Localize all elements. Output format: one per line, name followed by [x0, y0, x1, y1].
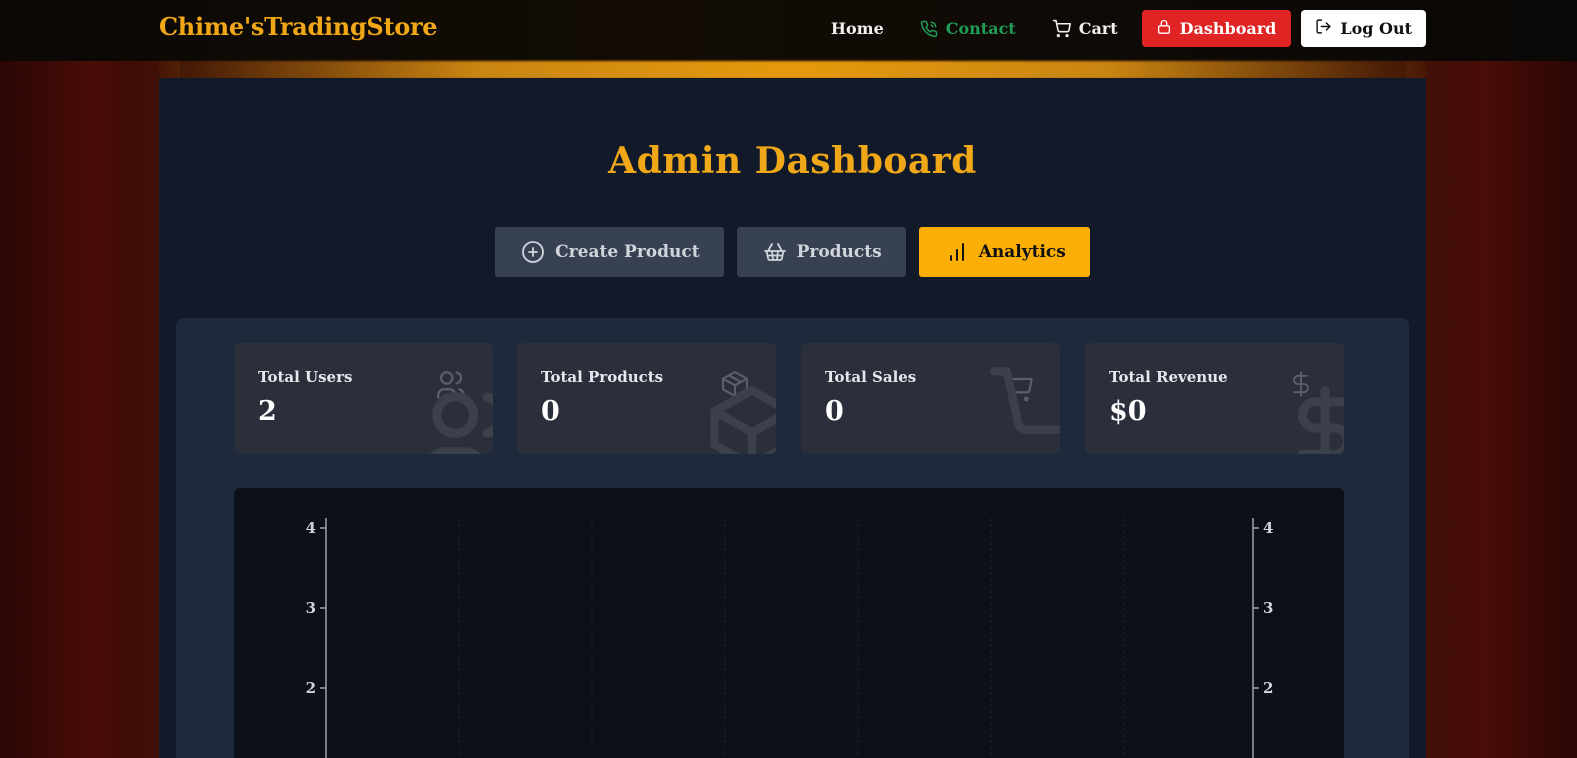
nav-cart-link[interactable]: Cart	[1052, 19, 1118, 38]
dashboard-button[interactable]: Dashboard	[1141, 10, 1292, 47]
dollar-icon-watermark	[1280, 373, 1344, 454]
tab-analytics[interactable]: Analytics	[918, 227, 1090, 277]
nav-contact-link[interactable]: Contact	[920, 19, 1016, 38]
chart-left-tick-label: 2	[306, 679, 316, 697]
tab-create-product-label: Create Product	[555, 242, 700, 262]
tab-create-product[interactable]: Create Product	[495, 227, 724, 277]
chart-left-tick-label: 3	[306, 599, 316, 617]
nav-home-link[interactable]: Home	[831, 19, 884, 38]
chart-svg: 4 3 2 4 3 2	[306, 518, 1273, 758]
stat-value: 0	[825, 396, 844, 427]
navbar: Chime'sTradingStore Home Contact Cart Da…	[0, 0, 1577, 61]
analytics-chart: 4 3 2 4 3 2	[234, 488, 1344, 758]
logout-button[interactable]: Log Out	[1301, 10, 1426, 47]
cart-icon	[1052, 19, 1071, 38]
logout-icon	[1315, 18, 1332, 39]
nav-cart-label: Cart	[1078, 19, 1118, 38]
dashboard-label: Dashboard	[1179, 19, 1277, 38]
stat-label: Total Users	[258, 368, 353, 386]
lock-icon	[1156, 18, 1172, 39]
bar-chart-icon	[945, 240, 969, 264]
nav-links: Home Contact Cart Dashboard Log Out	[795, 10, 1426, 47]
chart-right-tick-label: 2	[1263, 679, 1273, 697]
stat-card-products: Total Products 0	[517, 343, 776, 454]
users-icon-watermark	[414, 383, 493, 454]
analytics-panel: Total Users 2 Total Products 0 Total Sal…	[176, 318, 1409, 758]
stat-label: Total Revenue	[1109, 368, 1228, 386]
page-title: Admin Dashboard	[608, 140, 977, 182]
tab-products[interactable]: Products	[736, 227, 906, 277]
plus-circle-icon	[521, 240, 545, 264]
tab-analytics-label: Analytics	[978, 242, 1066, 262]
stat-card-revenue: Total Revenue $0	[1085, 343, 1344, 454]
cart-icon-watermark	[986, 363, 1060, 454]
stat-card-sales: Total Sales 0	[801, 343, 1060, 454]
stat-label: Total Sales	[825, 368, 917, 386]
logout-label: Log Out	[1340, 19, 1412, 38]
basket-icon	[763, 240, 787, 264]
brand-logo[interactable]: Chime'sTradingStore	[159, 12, 438, 41]
stat-value: 2	[258, 396, 277, 427]
main-panel: Admin Dashboard Create Product Products	[159, 78, 1426, 758]
stat-value: $0	[1109, 396, 1147, 427]
nav-home-label: Home	[830, 19, 884, 38]
phone-icon	[920, 20, 938, 38]
package-icon-watermark	[702, 378, 776, 454]
stat-value: 0	[541, 396, 560, 427]
chart-left-tick-label: 4	[306, 519, 316, 537]
dashboard-tabs: Create Product Products Analytics	[159, 227, 1426, 277]
stat-label: Total Products	[541, 368, 664, 386]
header-glow	[159, 61, 1426, 79]
tab-products-label: Products	[796, 242, 882, 262]
chart-right-tick-label: 3	[1263, 599, 1273, 617]
nav-contact-label: Contact	[945, 19, 1016, 38]
chart-right-tick-label: 4	[1263, 519, 1273, 537]
stat-card-users: Total Users 2	[234, 343, 493, 454]
